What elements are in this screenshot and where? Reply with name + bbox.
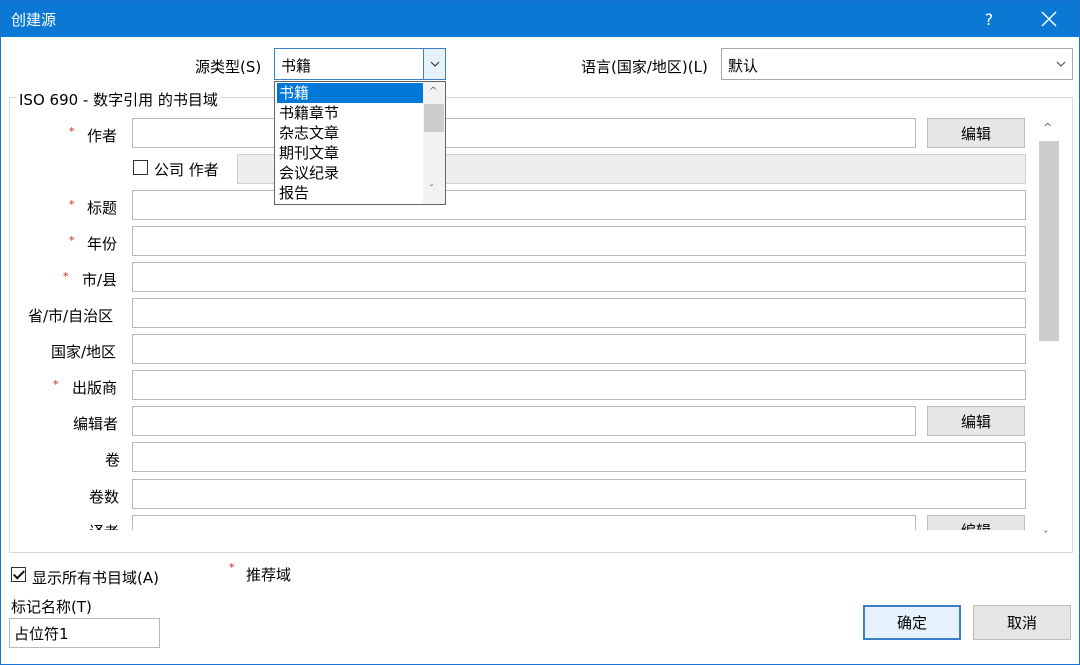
required-mark: * bbox=[53, 378, 59, 391]
scroll-up-icon[interactable]: ^ bbox=[1043, 121, 1052, 134]
scroll-down-icon[interactable]: ˇ bbox=[429, 184, 434, 195]
tag-name-label: 标记名称(T) bbox=[11, 598, 92, 616]
source-type-select[interactable]: 书籍 bbox=[274, 48, 446, 80]
editor-label: 编辑者 bbox=[73, 415, 119, 433]
edit-author-button[interactable]: 编辑 bbox=[927, 118, 1025, 148]
title-input[interactable] bbox=[132, 190, 1026, 220]
country-label: 国家/地区 bbox=[51, 343, 117, 361]
close-icon bbox=[1041, 11, 1057, 27]
chevron-down-icon[interactable] bbox=[423, 49, 445, 79]
scroll-down-icon[interactable]: ˇ bbox=[1043, 529, 1049, 542]
scroll-up-icon[interactable]: ^ bbox=[429, 86, 437, 97]
publisher-label: 出版商 bbox=[72, 379, 118, 397]
chevron-down-icon[interactable] bbox=[1050, 49, 1072, 79]
title-label: 标题 bbox=[87, 199, 118, 217]
scrollbar-thumb[interactable] bbox=[1039, 141, 1059, 341]
corporate-author-label: 公司 作者 bbox=[154, 161, 219, 179]
editor-input[interactable] bbox=[132, 406, 916, 436]
num-volumes-label: 卷数 bbox=[89, 488, 120, 506]
edit-translator-button[interactable]: 编辑 bbox=[927, 515, 1025, 530]
volume-input[interactable] bbox=[132, 442, 1026, 472]
author-label: 作者 bbox=[87, 127, 118, 145]
dropdown-option[interactable]: 书籍 bbox=[277, 83, 423, 103]
corporate-author-checkbox[interactable] bbox=[133, 160, 148, 175]
translator-row: 译者 编辑 bbox=[10, 513, 1036, 530]
dropdown-option[interactable]: 期刊文章 bbox=[277, 143, 423, 163]
language-select[interactable]: 默认 bbox=[721, 48, 1073, 80]
year-label: 年份 bbox=[87, 235, 118, 253]
fields-scrollbar[interactable]: ^ ˇ bbox=[1037, 117, 1061, 549]
source-type-dropdown-list: 书籍 书籍章节 杂志文章 期刊文章 会议纪录 报告 ^ ˇ bbox=[274, 81, 446, 205]
volume-label: 卷 bbox=[105, 451, 121, 469]
required-mark: * bbox=[69, 234, 75, 247]
dropdown-option[interactable]: 杂志文章 bbox=[277, 123, 423, 143]
year-input[interactable] bbox=[132, 226, 1026, 256]
required-mark: * bbox=[229, 561, 235, 574]
translator-label: 译者 bbox=[89, 521, 119, 530]
dropdown-scrollbar[interactable]: ^ ˇ bbox=[423, 82, 445, 204]
publisher-input[interactable] bbox=[132, 370, 1026, 400]
show-all-fields-label: 显示所有书目域(A) bbox=[32, 569, 159, 587]
dropdown-option[interactable]: 报告 bbox=[277, 183, 423, 203]
create-source-dialog: 创建源 ? 源类型(S) 书籍 语言(国家/地区)(L) 默认 ISO 690 … bbox=[0, 0, 1080, 665]
show-all-fields-checkbox[interactable] bbox=[11, 567, 26, 582]
edit-editor-button[interactable]: 编辑 bbox=[927, 406, 1025, 436]
tag-name-field[interactable] bbox=[9, 618, 160, 648]
state-label: 省/市/自治区 bbox=[28, 307, 114, 325]
dialog-title: 创建源 bbox=[11, 11, 57, 29]
language-value: 默认 bbox=[728, 57, 759, 75]
cancel-button[interactable]: 取消 bbox=[973, 605, 1071, 640]
required-mark: * bbox=[63, 270, 69, 283]
language-label: 语言(国家/地区)(L) bbox=[581, 58, 708, 76]
source-type-value: 书籍 bbox=[281, 57, 312, 75]
required-mark: * bbox=[69, 198, 75, 211]
scrollbar-thumb[interactable] bbox=[424, 104, 444, 132]
dropdown-option[interactable]: 书籍章节 bbox=[277, 103, 423, 123]
close-button[interactable] bbox=[1025, 1, 1073, 37]
tag-name-input[interactable] bbox=[10, 619, 159, 647]
recommended-legend: 推荐域 bbox=[246, 566, 292, 584]
group-title: ISO 690 - 数字引用 的书目域 bbox=[17, 89, 220, 110]
source-type-label: 源类型(S) bbox=[195, 58, 262, 76]
city-input[interactable] bbox=[132, 262, 1026, 292]
state-input[interactable] bbox=[132, 298, 1026, 328]
city-label: 市/县 bbox=[82, 271, 118, 289]
help-icon: ? bbox=[984, 9, 994, 29]
required-mark: * bbox=[69, 125, 75, 138]
translator-input[interactable] bbox=[132, 515, 916, 530]
dropdown-option[interactable]: 会议纪录 bbox=[277, 163, 423, 183]
country-input[interactable] bbox=[132, 334, 1026, 364]
title-bar: 创建源 ? bbox=[1, 1, 1079, 37]
ok-button[interactable]: 确定 bbox=[863, 605, 961, 640]
help-button[interactable]: ? bbox=[965, 1, 1013, 37]
author-input[interactable] bbox=[132, 118, 916, 148]
num-volumes-input[interactable] bbox=[132, 479, 1026, 509]
